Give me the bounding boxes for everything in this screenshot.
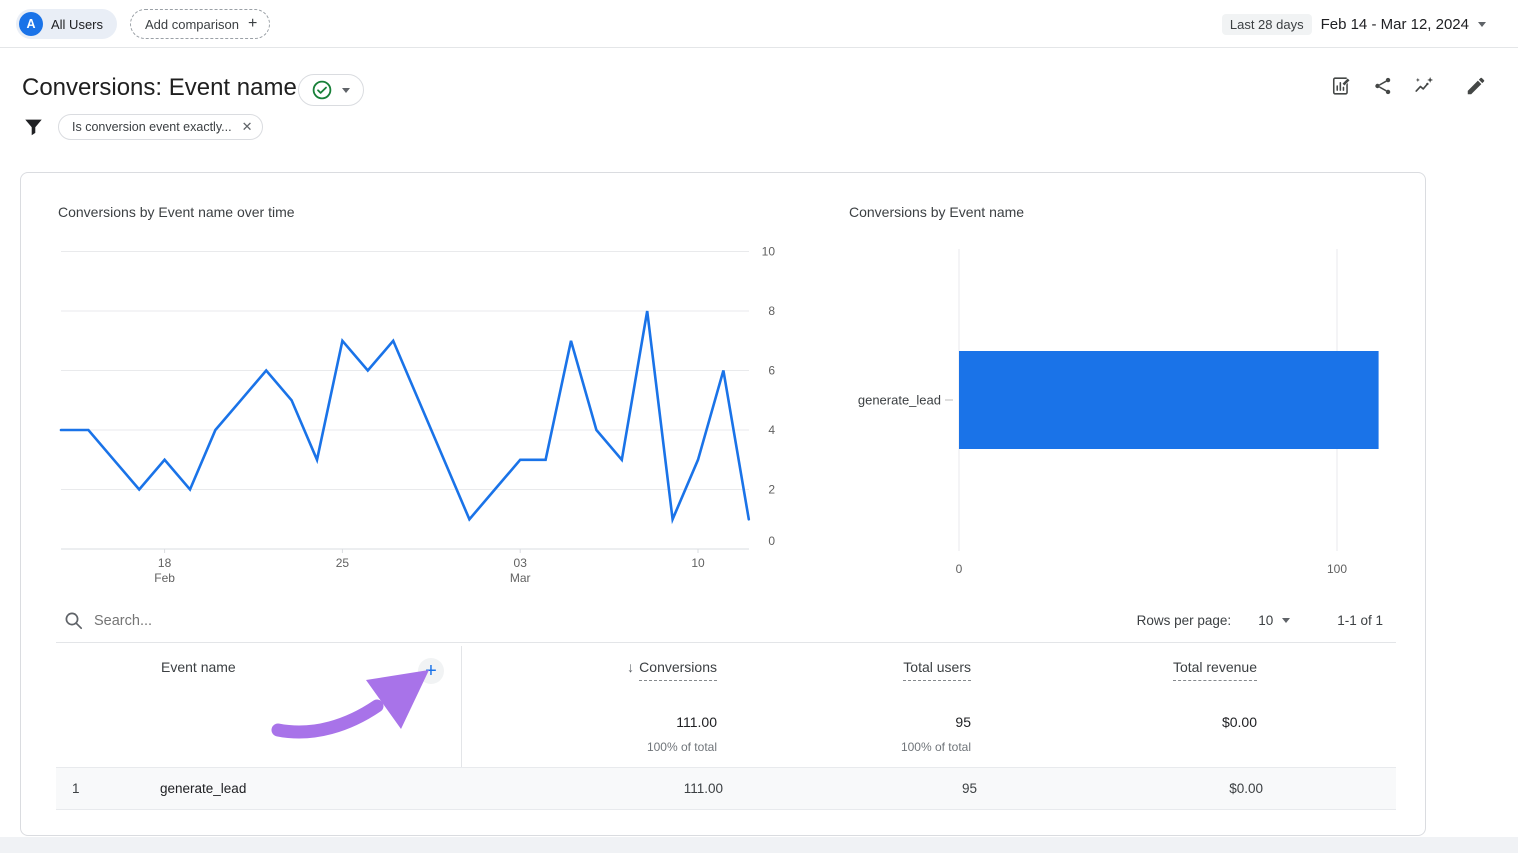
plus-icon: + (248, 16, 257, 32)
date-range-text: Feb 14 - Mar 12, 2024 (1321, 16, 1469, 33)
top-bar: A All Users Add comparison + Last 28 day… (0, 0, 1518, 48)
column-header-total-revenue[interactable]: Total revenue (1173, 659, 1257, 681)
svg-text:10: 10 (762, 245, 776, 259)
totals-users: 95 (955, 714, 971, 730)
audience-chip-label: All Users (51, 17, 103, 32)
add-comparison-label: Add comparison (145, 17, 239, 32)
svg-text:18: 18 (158, 556, 172, 570)
divider (56, 642, 1396, 643)
ga4-report-page: A All Users Add comparison + Last 28 day… (0, 0, 1518, 853)
report-status-badge[interactable] (298, 74, 364, 106)
search-input[interactable] (94, 609, 514, 633)
pagination-controls: Rows per page: 10 1-1 of 1 (1137, 613, 1383, 628)
filter-funnel-icon[interactable] (24, 118, 43, 137)
chevron-down-icon[interactable] (1478, 22, 1486, 27)
svg-text:10: 10 (691, 556, 705, 570)
svg-text:25: 25 (336, 556, 350, 570)
date-preset-chip: Last 28 days (1222, 14, 1312, 35)
avatar: A (19, 12, 43, 36)
report-toolbar (1331, 75, 1487, 97)
search-icon (64, 611, 84, 631)
svg-text:6: 6 (768, 364, 775, 378)
rows-per-page-label: Rows per page: (1137, 613, 1232, 628)
plus-icon: + (425, 661, 437, 681)
filter-chip-label: Is conversion event exactly... (72, 120, 232, 134)
bar-chart-title: Conversions by Event name (849, 204, 1024, 220)
add-comparison-button[interactable]: Add comparison + (130, 9, 270, 39)
svg-text:Mar: Mar (510, 571, 531, 585)
svg-text:03: 03 (514, 556, 528, 570)
svg-text:8: 8 (768, 304, 775, 318)
date-range-picker[interactable]: Last 28 days Feb 14 - Mar 12, 2024 (1222, 0, 1486, 48)
annotation-arrow (259, 653, 444, 758)
report-card: Conversions by Event name over time Conv… (20, 172, 1426, 836)
table-row[interactable]: 1 generate_lead 111.00 95 $0.00 (56, 767, 1396, 810)
line-chart-title: Conversions by Event name over time (58, 204, 295, 220)
svg-text:4: 4 (768, 423, 775, 437)
svg-text:generate_lead: generate_lead (858, 393, 941, 408)
filter-chip[interactable]: Is conversion event exactly... ✕ (58, 114, 263, 140)
column-header-event-name[interactable]: Event name (161, 659, 236, 675)
row-total-users: 95 (962, 768, 977, 809)
conversions-by-event-bar-chart: 0 100 generate_lead (849, 241, 1409, 591)
svg-text:100: 100 (1327, 562, 1347, 576)
customize-report-icon[interactable] (1331, 75, 1353, 97)
svg-text:0: 0 (956, 562, 963, 576)
svg-text:0: 0 (768, 534, 775, 548)
insights-icon[interactable] (1413, 75, 1435, 97)
close-icon[interactable]: ✕ (242, 119, 253, 135)
totals-users-share: 100% of total (901, 740, 971, 754)
row-conversions: 111.00 (684, 768, 723, 809)
sort-descending-icon: ↓ (627, 659, 634, 675)
page-title: Conversions: Event name (22, 74, 297, 102)
add-metric-button[interactable]: + (418, 658, 444, 684)
row-event-name: generate_lead (160, 768, 246, 809)
svg-text:2: 2 (768, 483, 775, 497)
row-total-revenue: $0.00 (1229, 768, 1263, 809)
page-background-strip (0, 837, 1518, 853)
chevron-down-icon[interactable] (1282, 618, 1290, 623)
row-rank: 1 (72, 768, 80, 809)
share-icon[interactable] (1372, 75, 1394, 97)
column-header-total-users[interactable]: Total users (903, 659, 971, 681)
column-header-conversions[interactable]: ↓ Conversions (627, 659, 717, 681)
rows-per-page-value[interactable]: 10 (1258, 613, 1273, 628)
totals-conversions-share: 100% of total (647, 740, 717, 754)
edit-pencil-icon[interactable] (1465, 75, 1487, 97)
audience-segment-chip[interactable]: A All Users (16, 9, 117, 39)
chevron-down-icon (342, 88, 350, 93)
totals-conversions: 111.00 (676, 714, 717, 730)
check-circle-icon (312, 80, 332, 100)
svg-text:Feb: Feb (154, 571, 175, 585)
conversions-over-time-line-chart: 0 2 4 6 8 10 18Feb 25 03Mar 10 (41, 241, 789, 591)
filter-row: Is conversion event exactly... ✕ (24, 114, 263, 140)
totals-revenue: $0.00 (1222, 714, 1257, 730)
pagination-range: 1-1 of 1 (1337, 613, 1383, 628)
